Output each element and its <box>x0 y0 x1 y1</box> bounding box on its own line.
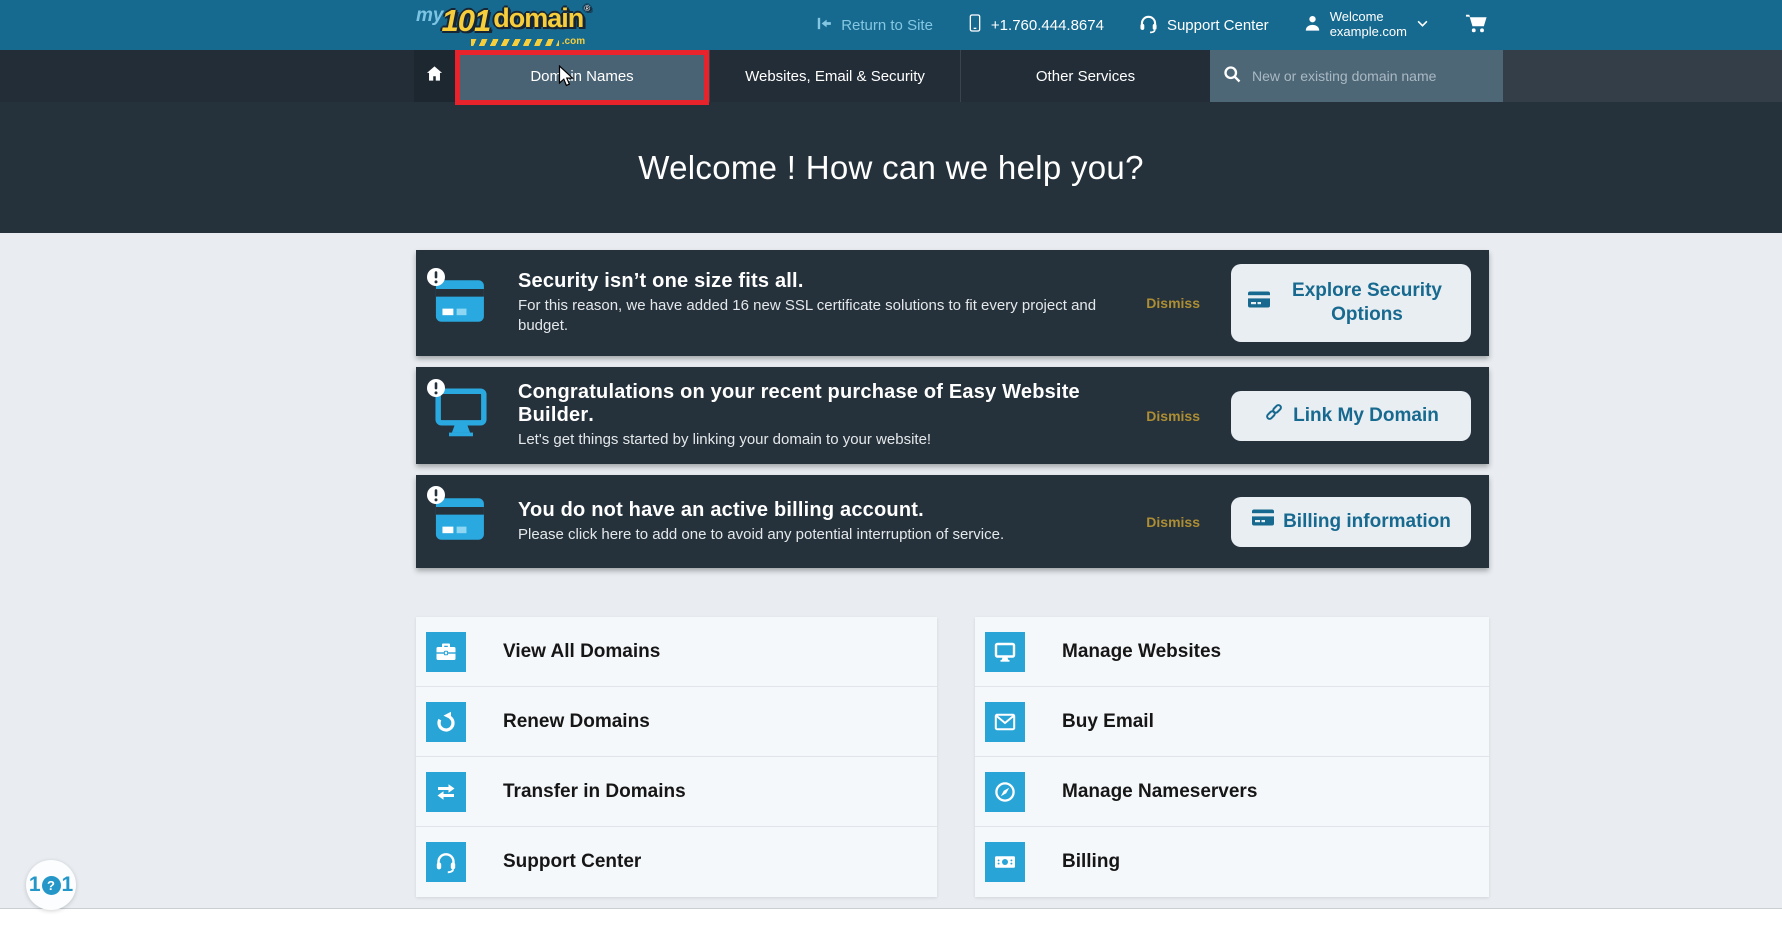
home-tab[interactable] <box>414 50 455 102</box>
credit-card-icon <box>434 277 492 330</box>
chevron-down-icon <box>1415 16 1430 35</box>
credit-card-icon <box>1251 508 1275 535</box>
transfer-arrows-icon <box>426 772 466 812</box>
headset-icon <box>1138 13 1159 38</box>
credit-card-icon <box>434 495 492 548</box>
alert-badge-icon <box>426 485 446 510</box>
domain-search-input[interactable] <box>1252 68 1472 84</box>
nav-filler-right <box>1503 50 1782 102</box>
return-to-site-link[interactable]: Return to Site <box>816 15 933 36</box>
link-my-domain-button[interactable]: Link My Domain <box>1231 391 1471 441</box>
headset-icon <box>426 842 466 882</box>
question-icon: ? <box>42 876 61 895</box>
compass-icon <box>985 772 1025 812</box>
alert-badge-icon <box>426 378 446 403</box>
tab-domain-names[interactable]: Domain Names <box>455 50 709 102</box>
tab-websites-email-security[interactable]: Websites, Email & Security <box>709 50 960 102</box>
account-menu[interactable]: Welcome example.com <box>1303 10 1430 40</box>
briefcase-icon <box>426 632 466 672</box>
banner-title: You do not have an active billing accoun… <box>518 499 1004 522</box>
bottom-strip <box>0 908 1782 930</box>
monitor-icon <box>985 632 1025 672</box>
credit-card-icon <box>1247 290 1271 317</box>
cart-icon <box>1464 12 1489 38</box>
tile-transfer-in-domains[interactable]: Transfer in Domains <box>416 757 937 827</box>
user-icon <box>1303 14 1322 37</box>
tile-support-center[interactable]: Support Center <box>416 827 937 897</box>
alert-badge-icon <box>426 267 446 292</box>
banner-body: Let's get things started by linking your… <box>518 430 1128 450</box>
phone-link[interactable]: +1.760.444.8674 <box>967 13 1104 37</box>
logo-my: my <box>416 6 443 25</box>
billing-information-button[interactable]: Billing information <box>1231 497 1471 547</box>
tile-view-all-domains[interactable]: View All Domains <box>416 617 937 687</box>
banner-title: Congratulations on your recent purchase … <box>518 381 1146 427</box>
logo-tld: .com <box>562 37 585 47</box>
domain-search <box>1210 50 1503 102</box>
banknote-icon <box>985 842 1025 882</box>
tab-other-services[interactable]: Other Services <box>960 50 1210 102</box>
envelope-icon <box>985 702 1025 742</box>
tile-buy-email[interactable]: Buy Email <box>975 687 1489 757</box>
tile-manage-websites[interactable]: Manage Websites <box>975 617 1489 687</box>
tile-billing[interactable]: Billing <box>975 827 1489 897</box>
tile-manage-nameservers[interactable]: Manage Nameservers <box>975 757 1489 827</box>
banner-billing: You do not have an active billing accoun… <box>416 475 1489 568</box>
link-icon <box>1263 401 1285 430</box>
banner-body: Please click here to add one to avoid an… <box>518 525 1004 545</box>
quick-links: View All Domains Renew Domains Transfer … <box>416 617 1489 897</box>
main-content: Security isn’t one size fits all. For th… <box>416 233 1489 897</box>
dismiss-link[interactable]: Dismiss <box>1146 514 1200 530</box>
banner-title: Security isn’t one size fits all. <box>518 270 1128 293</box>
banner-body: For this reason, we have added 16 new SS… <box>518 296 1128 337</box>
banner-website-builder: Congratulations on your recent purchase … <box>416 367 1489 464</box>
monitor-icon <box>434 388 492 443</box>
main-nav: Domain Names Websites, Email & Security … <box>0 50 1782 102</box>
phone-icon <box>967 13 983 37</box>
cart-button[interactable] <box>1464 12 1489 38</box>
header-links: Return to Site +1.760.444.8674 Support C… <box>816 10 1489 40</box>
logo-domain: domain® <box>493 5 589 32</box>
quick-links-left: View All Domains Renew Domains Transfer … <box>416 617 937 897</box>
nav-filler-left <box>0 50 414 102</box>
logo-101: 101 <box>441 5 490 36</box>
support-center-link[interactable]: Support Center <box>1138 13 1269 38</box>
tile-renew-domains[interactable]: Renew Domains <box>416 687 937 757</box>
top-header: my 101 domain® .com Return to Site +1.76… <box>0 0 1782 50</box>
quick-links-right: Manage Websites Buy Email Manage Nameser… <box>975 617 1489 897</box>
help-badge[interactable]: 1?1 <box>26 860 76 910</box>
registered-mark: ® <box>584 4 589 13</box>
account-name: example.com <box>1330 25 1407 40</box>
dismiss-link[interactable]: Dismiss <box>1146 408 1200 424</box>
page-title: Welcome ! How can we help you? <box>638 149 1143 187</box>
dismiss-link[interactable]: Dismiss <box>1146 295 1200 311</box>
return-arrow-icon <box>816 15 833 36</box>
explore-security-options-button[interactable]: Explore Security Options <box>1231 264 1471 342</box>
banner-security: Security isn’t one size fits all. For th… <box>416 250 1489 356</box>
logo-stripes <box>471 39 559 46</box>
site-logo[interactable]: my 101 domain® .com <box>416 5 589 47</box>
home-icon <box>425 64 444 88</box>
hero-banner: Welcome ! How can we help you? <box>0 102 1782 233</box>
welcome-label: Welcome <box>1330 10 1407 25</box>
renew-arrow-icon <box>426 702 466 742</box>
search-icon <box>1222 64 1242 89</box>
